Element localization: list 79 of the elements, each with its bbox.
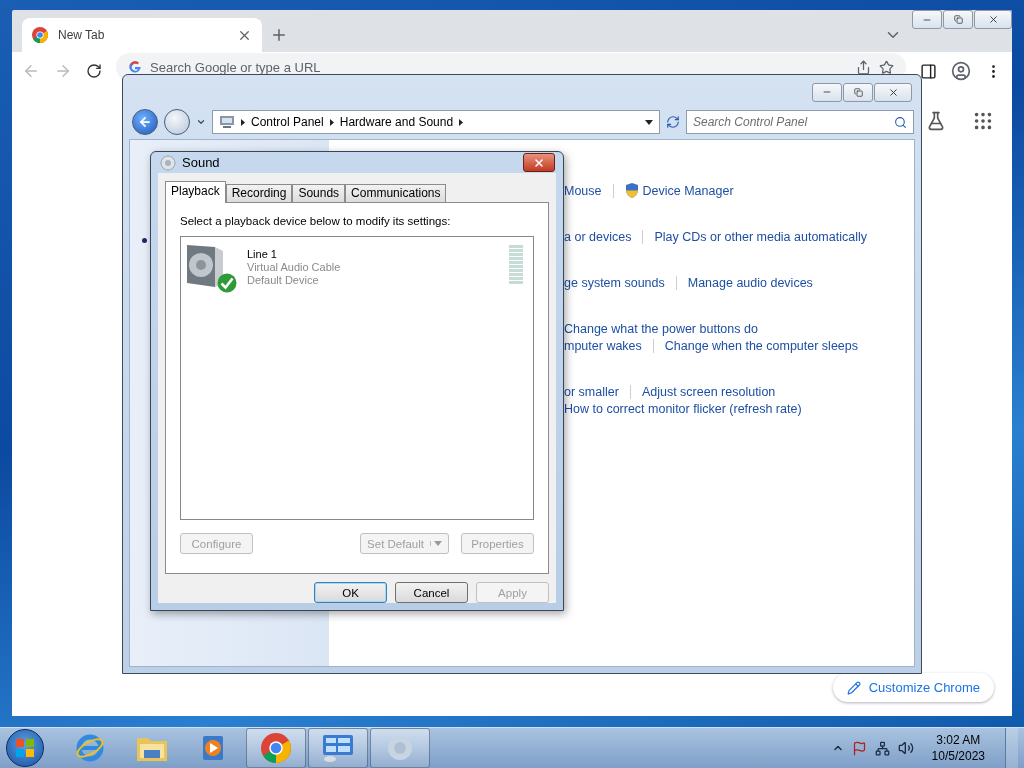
apps-grid-icon[interactable] — [972, 110, 994, 132]
search-icon — [894, 115, 907, 129]
device-name: Line 1 — [247, 248, 278, 261]
arrow-icon — [459, 118, 464, 126]
back-icon — [138, 115, 152, 129]
minimize-button[interactable] — [812, 82, 842, 102]
network-icon[interactable] — [874, 740, 890, 756]
settings-link[interactable]: Change when the computer sleeps — [664, 338, 858, 353]
close-icon — [987, 14, 999, 25]
dialog-tab[interactable]: Playback — [165, 181, 226, 203]
address-bar[interactable]: Control Panel Hardware and Sound — [212, 110, 660, 134]
share-icon[interactable] — [856, 59, 871, 75]
search-field[interactable]: Search Control Panel — [686, 110, 914, 134]
flag-icon[interactable] — [851, 740, 867, 756]
dialog-tab[interactable]: Communications — [345, 184, 447, 202]
clock[interactable]: 3:02 AM 10/5/2023 — [931, 732, 985, 764]
pencil-icon — [846, 680, 861, 695]
dialog-title: Sound — [182, 155, 221, 170]
settings-link[interactable]: Change what the power buttons do — [564, 321, 758, 336]
dialog-tab[interactable]: Recording — [225, 184, 293, 202]
settings-link[interactable]: or smaller — [564, 384, 619, 399]
reload-icon[interactable] — [86, 63, 102, 79]
settings-link[interactable]: Device Manager — [624, 183, 734, 198]
settings-link[interactable]: Manage audio devices — [687, 275, 813, 290]
settings-link[interactable]: Mouse — [564, 183, 602, 198]
dialog-button[interactable]: OK — [314, 582, 387, 603]
computer-icon — [219, 115, 235, 129]
device-status: Default Device — [247, 274, 320, 287]
instruction-text: Select a playback device below to modify its settings: — [180, 215, 452, 227]
caret-icon — [434, 541, 442, 546]
settings-link[interactable]: ge system sounds — [564, 275, 665, 290]
arrow-icon — [241, 118, 245, 126]
speaker-icon — [160, 154, 176, 171]
taskbar-button[interactable] — [370, 728, 430, 768]
breadcrumb-item[interactable]: Hardware and Sound — [339, 115, 454, 129]
back-button[interactable] — [132, 109, 158, 135]
browser-icon — [32, 27, 48, 43]
settings-link[interactable]: a or devices — [564, 229, 632, 244]
close-icon — [533, 156, 545, 169]
shield-icon — [624, 183, 639, 198]
arrow-icon — [329, 118, 334, 126]
browser-icon — [261, 733, 291, 763]
customize-chrome-button[interactable]: Customize Chrome — [832, 673, 994, 702]
speaker-icon — [185, 243, 225, 289]
control-panel-icon — [322, 733, 354, 763]
forward-button[interactable] — [164, 109, 190, 135]
g-logo-icon — [128, 60, 142, 74]
restore-button[interactable] — [843, 82, 873, 102]
settings-link[interactable]: Play CDs or other media automatically — [654, 229, 867, 244]
volume-icon[interactable] — [897, 740, 914, 756]
taskbar-button[interactable] — [308, 728, 368, 768]
minimize-button[interactable] — [912, 10, 942, 29]
browser-tab[interactable]: New Tab — [22, 18, 262, 52]
device-item[interactable]: Line 1 Virtual Audio Cable Default Device — [185, 243, 523, 293]
star-icon[interactable] — [879, 59, 894, 75]
dialog-button[interactable]: Cancel — [395, 582, 468, 603]
caret-icon[interactable] — [645, 119, 653, 125]
device-driver: Virtual Audio Cable — [247, 261, 342, 274]
close-icon — [887, 86, 899, 98]
restore-icon — [953, 15, 963, 24]
windows-logo-icon — [15, 738, 35, 758]
level-meter — [509, 243, 523, 284]
refresh-icon[interactable] — [666, 115, 680, 129]
taskbar-button[interactable] — [246, 728, 306, 768]
settings-link[interactable]: mputer wakes — [564, 338, 642, 353]
restore-icon — [853, 87, 863, 97]
bullet-icon — [142, 238, 147, 243]
dialog-tab[interactable]: Sounds — [292, 184, 346, 202]
e-logo-icon — [75, 733, 105, 763]
show-desktop-button[interactable] — [1005, 728, 1018, 768]
side-panel-icon[interactable] — [920, 62, 937, 80]
close-button[interactable] — [523, 153, 555, 172]
start-button[interactable] — [6, 729, 44, 767]
restore-button[interactable] — [943, 10, 973, 29]
settings-link[interactable]: Adjust screen resolution — [641, 384, 776, 399]
flask-icon[interactable] — [926, 110, 946, 132]
profile-icon[interactable] — [951, 61, 971, 81]
settings-link[interactable]: How to correct monitor flicker (refresh rate) — [564, 401, 802, 416]
breadcrumb-item[interactable]: Control Panel — [251, 115, 324, 129]
